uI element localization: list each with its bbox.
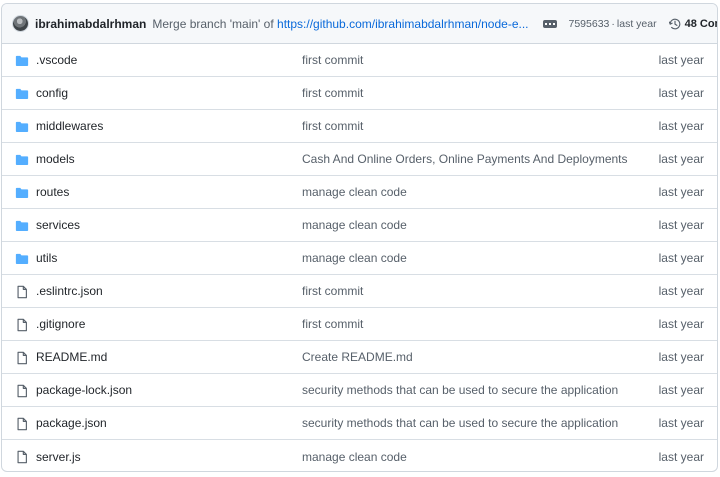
- commit-sha[interactable]: 7595633: [569, 18, 610, 30]
- file-row[interactable]: utils manage clean code last year: [2, 242, 717, 275]
- folder-icon: [15, 252, 29, 266]
- file-name-link[interactable]: routes: [36, 185, 69, 199]
- folder-icon: [15, 219, 29, 233]
- file-commit-message-link[interactable]: first commit: [302, 86, 363, 100]
- avatar[interactable]: [12, 15, 29, 32]
- commits-count: 48 Commits: [684, 17, 717, 30]
- file-commit-age: last year: [658, 383, 704, 397]
- file-commit-age: last year: [658, 449, 704, 464]
- file-commit-message-link[interactable]: Create README.md: [302, 350, 413, 364]
- commit-message-link[interactable]: https://github.com/ibrahimabdalrhman/nod…: [277, 17, 528, 31]
- file-icon: [15, 318, 29, 332]
- folder-icon: [15, 120, 29, 134]
- file-row[interactable]: README.md Create README.md last year: [2, 341, 717, 374]
- file-name-link[interactable]: .eslintrc.json: [36, 284, 103, 298]
- folder-icon: [15, 54, 29, 68]
- file-name-link[interactable]: server.js: [36, 450, 81, 464]
- file-name-link[interactable]: .gitignore: [36, 317, 85, 331]
- commits-history-link[interactable]: 48 Commits: [668, 17, 717, 30]
- file-name-link[interactable]: .vscode: [36, 53, 77, 67]
- file-commit-message-link[interactable]: first commit: [302, 284, 363, 298]
- folder-icon: [15, 87, 29, 101]
- file-commit-message-link[interactable]: security methods that can be used to sec…: [302, 416, 618, 430]
- file-row[interactable]: .gitignore first commit last year: [2, 308, 717, 341]
- file-row[interactable]: models Cash And Online Orders, Online Pay…: [2, 143, 717, 176]
- expand-commit-message-icon[interactable]: [542, 19, 557, 28]
- file-commit-age: last year: [658, 251, 704, 265]
- file-row[interactable]: routes manage clean code last year: [2, 176, 717, 209]
- file-commit-age: last year: [658, 317, 704, 331]
- file-name-link[interactable]: package.json: [36, 416, 107, 430]
- file-icon: [15, 450, 29, 464]
- history-icon: [668, 18, 680, 29]
- commit-message[interactable]: Merge branch 'main' of: [152, 17, 273, 31]
- folder-icon: [15, 153, 29, 167]
- file-row[interactable]: services manage clean code last year: [2, 209, 717, 242]
- file-row[interactable]: middlewares first commit last year: [2, 110, 717, 143]
- latest-commit-bar: ibrahimabdalrhman Merge branch 'main' of…: [2, 4, 717, 44]
- file-icon: [15, 417, 29, 431]
- file-name-link[interactable]: models: [36, 152, 75, 166]
- file-commit-age: last year: [658, 416, 704, 430]
- file-commit-age: last year: [658, 152, 704, 166]
- file-name-link[interactable]: config: [36, 86, 68, 100]
- file-name-link[interactable]: README.md: [36, 350, 107, 364]
- file-name-link[interactable]: utils: [36, 251, 57, 265]
- file-row[interactable]: package-lock.json security methods that c…: [2, 374, 717, 407]
- repository-file-list: ibrahimabdalrhman Merge branch 'main' of…: [1, 3, 718, 472]
- file-commit-message-link[interactable]: manage clean code: [302, 185, 407, 199]
- file-commit-message-link[interactable]: manage clean code: [302, 251, 407, 265]
- file-commit-message-link[interactable]: Cash And Online Orders, Online Payments …: [302, 152, 628, 166]
- commit-author[interactable]: ibrahimabdalrhman: [35, 17, 146, 31]
- file-commit-age: last year: [658, 218, 704, 232]
- file-name-link[interactable]: services: [36, 218, 80, 232]
- file-commit-message-link[interactable]: first commit: [302, 317, 363, 331]
- file-row[interactable]: package.json security methods that can be…: [2, 407, 717, 440]
- file-icon: [15, 384, 29, 398]
- file-commit-age: last year: [658, 284, 704, 298]
- separator: ·: [611, 17, 615, 30]
- commit-time: last year: [616, 17, 657, 30]
- file-commit-age: last year: [658, 185, 704, 199]
- file-commit-message-link[interactable]: manage clean code: [302, 450, 407, 464]
- file-name-link[interactable]: package-lock.json: [36, 383, 132, 397]
- file-name-link[interactable]: middlewares: [36, 119, 103, 133]
- file-row[interactable]: server.js manage clean code last year: [2, 440, 717, 471]
- file-commit-message-link[interactable]: manage clean code: [302, 218, 407, 232]
- file-commit-age: last year: [658, 53, 704, 67]
- file-commit-age: last year: [658, 119, 704, 133]
- file-commit-age: last year: [658, 86, 704, 100]
- folder-icon: [15, 186, 29, 200]
- file-row[interactable]: .vscode first commit last year: [2, 44, 717, 77]
- file-row[interactable]: config first commit last year: [2, 77, 717, 110]
- file-commit-age: last year: [658, 350, 704, 364]
- file-icon: [15, 351, 29, 365]
- file-rows: .vscode first commit last year config first …: [2, 44, 717, 471]
- file-icon: [15, 285, 29, 299]
- file-commit-message-link[interactable]: first commit: [302, 53, 363, 67]
- file-commit-message-link[interactable]: first commit: [302, 119, 363, 133]
- file-commit-message-link[interactable]: security methods that can be used to sec…: [302, 383, 618, 397]
- file-row[interactable]: .eslintrc.json first commit last year: [2, 275, 717, 308]
